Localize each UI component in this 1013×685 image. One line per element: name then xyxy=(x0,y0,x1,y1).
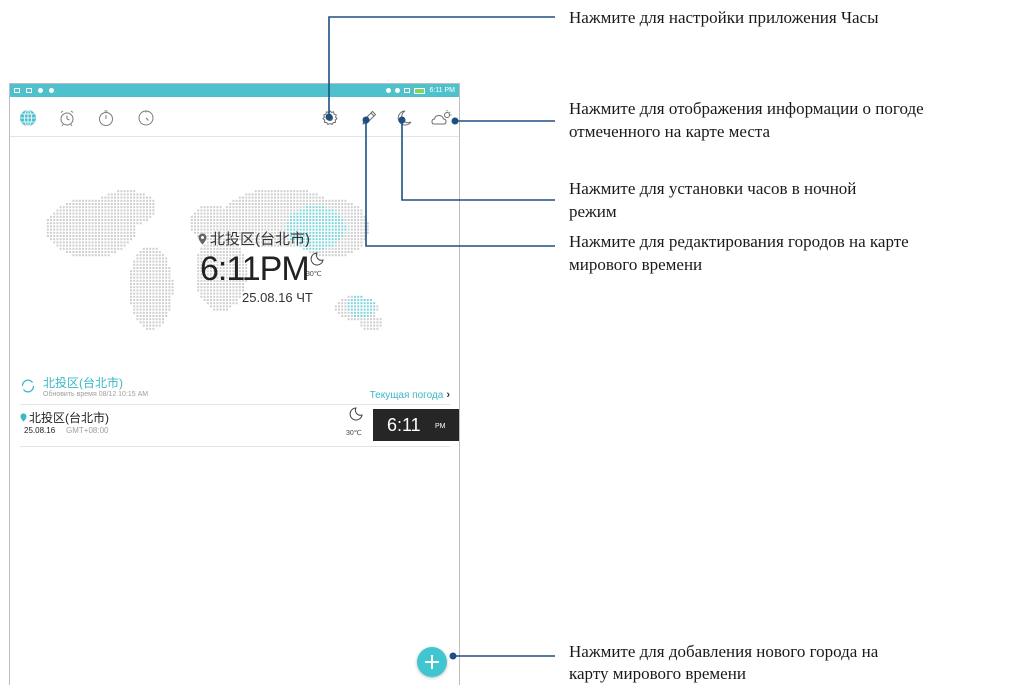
stopwatch-icon[interactable] xyxy=(97,109,115,127)
wifi-icon xyxy=(395,88,401,93)
callout-settings: Нажмите для настройки приложения Часы xyxy=(569,8,879,27)
weather-city: 北投区(台北市) xyxy=(43,376,123,390)
map-time: 6:11PM xyxy=(200,250,310,288)
alarm-clock-icon[interactable] xyxy=(58,109,76,127)
callout-night-2: режим xyxy=(569,202,617,221)
city-clock-ampm: PM xyxy=(435,423,446,430)
notification-icon xyxy=(14,88,20,93)
gear-icon[interactable] xyxy=(321,109,339,127)
city-list-item[interactable]: 北投区(台北市) 25.08.16 GMT+08:00 30℃ 6:11 PM xyxy=(20,406,459,447)
city-name: 北投区(台北市) xyxy=(29,411,109,425)
callout-edit-2: мирового времени xyxy=(569,255,703,274)
map-temp: 30℃ xyxy=(306,271,322,278)
callout-night-1: Нажмите для установки часов в ночной xyxy=(569,179,857,198)
city-date: 25.08.16 xyxy=(24,426,56,435)
city-moon-icon xyxy=(346,407,366,426)
map-location: 北投区(台北市) xyxy=(198,228,310,249)
location-pin-icon xyxy=(198,233,207,244)
weather-row: 北投区(台北市) Обновить время 08/12 10:15 AM Т… xyxy=(20,374,450,405)
city-temp: 30℃ xyxy=(346,430,362,437)
status-time: 6:11 PM xyxy=(429,87,455,94)
current-weather-label: Текущая погода xyxy=(369,389,444,401)
current-weather-link[interactable]: Текущая погода › xyxy=(370,389,450,401)
chevron-right-icon: › xyxy=(446,389,450,401)
weather-updated: Обновить время 08/12 10:15 AM xyxy=(43,391,149,398)
callout-edit-1: Нажмите для редактирования городов на ка… xyxy=(569,232,909,251)
lock-status-icon xyxy=(49,88,54,93)
callout-weather-1: Нажмите для отображения информации о пог… xyxy=(569,99,924,118)
moon-icon[interactable] xyxy=(395,109,413,127)
toolbar xyxy=(10,98,459,137)
sim-icon xyxy=(404,88,411,93)
map-location-name: 北投区(台北市) xyxy=(210,231,310,248)
battery-icon xyxy=(414,87,426,94)
callout-weather-2: отмеченного на карте места xyxy=(569,122,771,141)
screen-icon xyxy=(26,88,32,93)
add-city-button[interactable] xyxy=(417,647,447,677)
phone-screen: 6:11 PM 北投区(台北市) 6:11PM 30℃ 25.08.16 ЧТ … xyxy=(9,83,460,685)
callout-add-2: карту мирового времени xyxy=(569,664,746,683)
night-status-icon xyxy=(386,88,392,93)
city-pin-icon xyxy=(20,413,27,422)
refresh-icon[interactable] xyxy=(20,378,36,394)
moon-status-icon xyxy=(38,88,43,93)
city-clock-time: 6:11 xyxy=(387,415,421,435)
cloud-sun-icon[interactable] xyxy=(431,109,453,127)
city-name-wrapper: 北投区(台北市) xyxy=(20,409,109,426)
pencil-icon[interactable] xyxy=(360,109,378,127)
globe-icon[interactable] xyxy=(19,109,37,127)
night-weather-icon xyxy=(306,252,328,271)
callout-add-1: Нажмите для добавления нового города на xyxy=(569,642,879,661)
status-bar: 6:11 PM xyxy=(10,84,459,97)
map-date: 25.08.16 ЧТ xyxy=(242,290,313,305)
city-gmt: GMT+08:00 xyxy=(66,426,109,435)
timer-icon[interactable] xyxy=(137,109,155,127)
city-clock: 6:11 PM xyxy=(373,409,459,441)
